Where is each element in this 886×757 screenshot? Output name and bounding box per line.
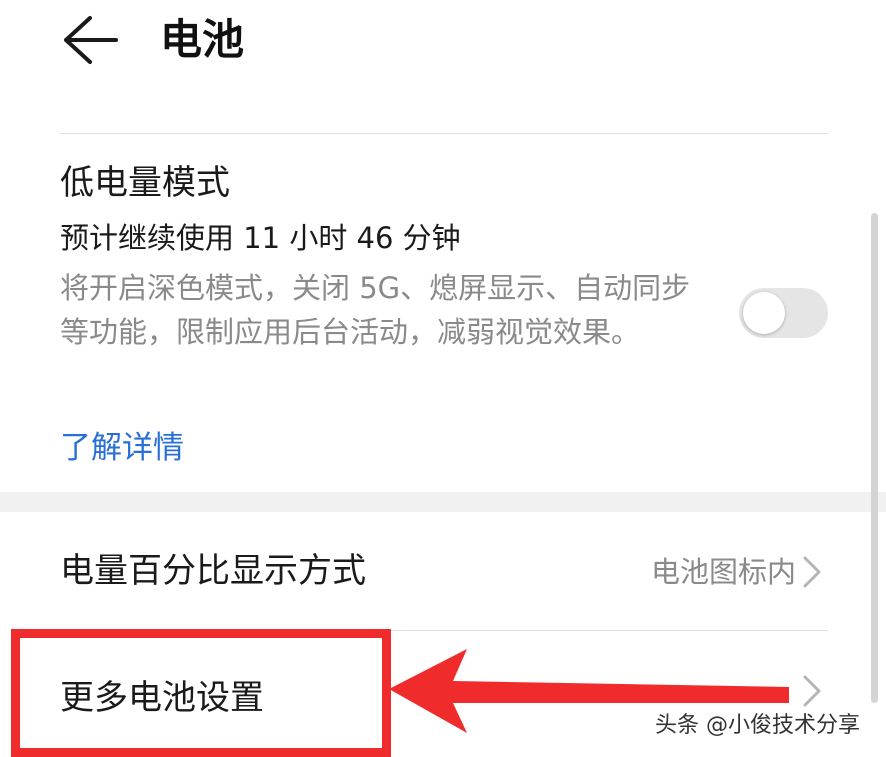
battery-percentage-display-label: 电量百分比显示方式 [60, 551, 366, 591]
learn-more-link[interactable]: 了解详情 [60, 426, 184, 470]
battery-estimate-text: 预计继续使用 11 小时 46 分钟 [60, 221, 461, 255]
low-power-mode-title: 低电量模式 [60, 163, 230, 203]
arrow-left-icon[interactable] [60, 14, 118, 66]
low-power-mode-section: 低电量模式 预计继续使用 11 小时 46 分钟 将开启深色模式，关闭 5G、熄… [0, 134, 886, 492]
page-title: 电池 [160, 15, 245, 64]
toggle-knob [743, 292, 785, 334]
section-separator [0, 492, 886, 512]
chevron-right-icon [803, 556, 821, 588]
more-battery-settings-label: 更多电池设置 [60, 678, 264, 718]
chevron-right-icon [803, 675, 821, 707]
low-power-mode-toggle[interactable] [739, 288, 828, 338]
app-header: 电池 [0, 0, 886, 100]
battery-percentage-display-value: 电池图标内 [650, 555, 796, 589]
watermark: 头条 @小俊技术分享 [655, 713, 860, 738]
low-power-mode-description: 将开启深色模式，关闭 5G、熄屏显示、自动同步等功能，限制应用后台活动，减弱视觉… [60, 271, 691, 349]
scrollbar[interactable] [871, 213, 878, 703]
battery-percentage-display-row[interactable]: 电量百分比显示方式 电池图标内 [0, 512, 886, 630]
